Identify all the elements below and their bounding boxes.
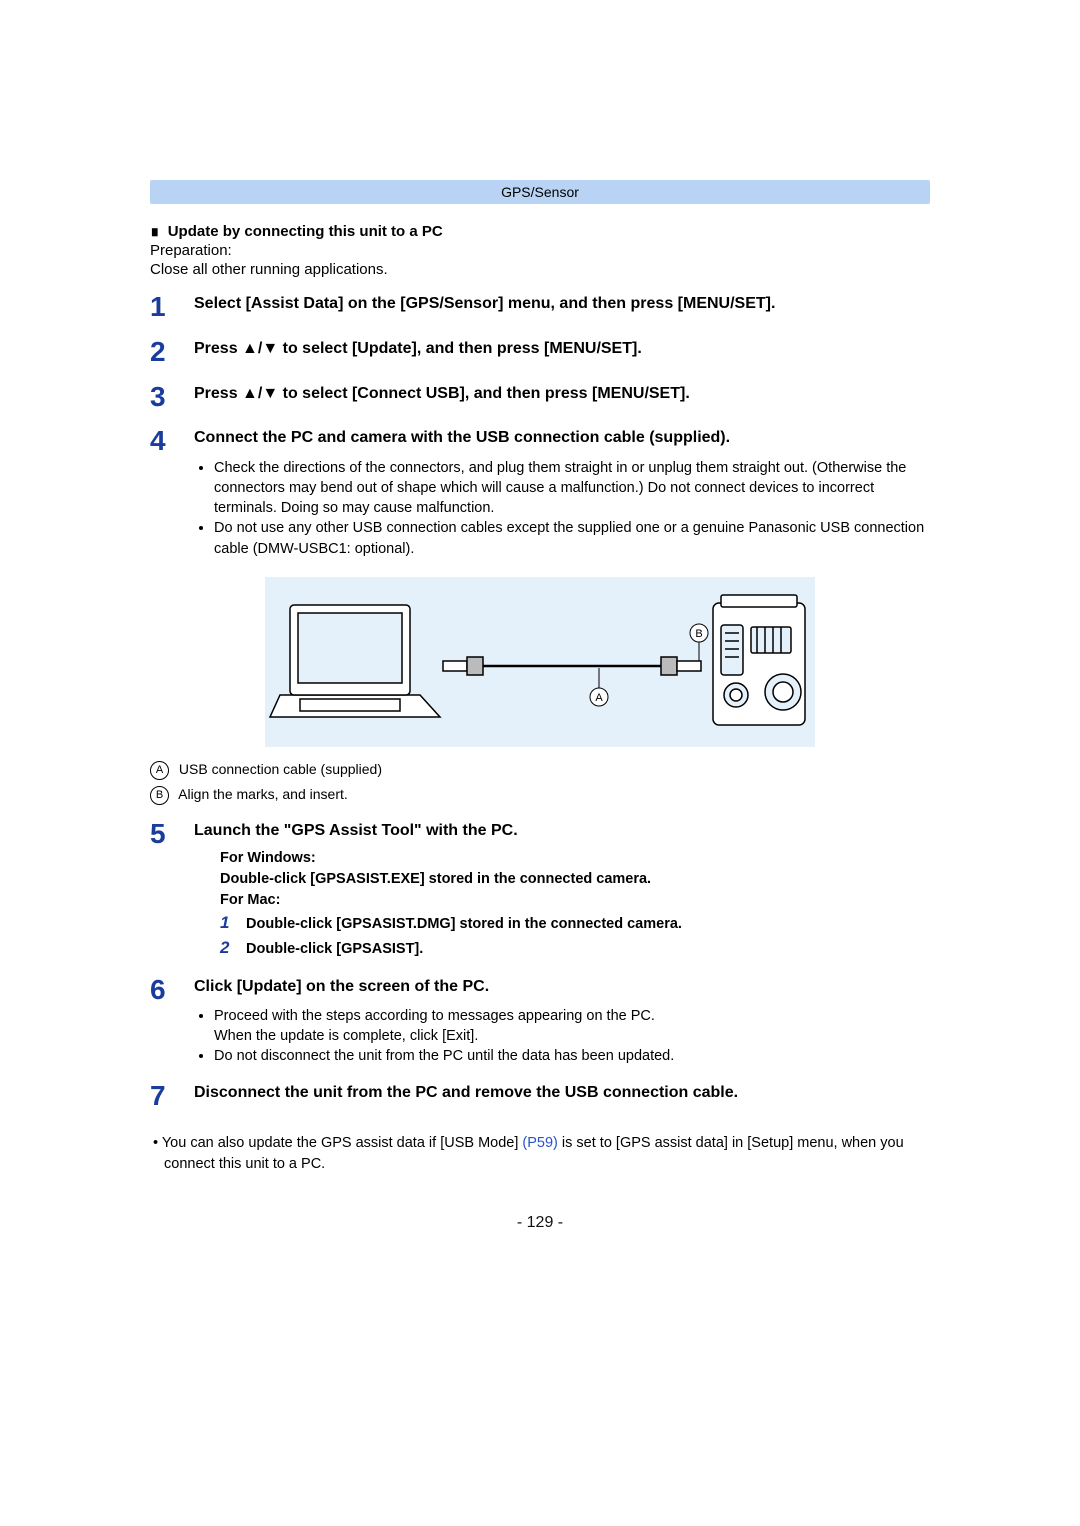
connection-figure: A B [265, 577, 815, 751]
step-text: Select [Assist Data] on the [GPS/Sensor]… [194, 292, 930, 315]
preparation-label: Preparation: [150, 242, 930, 259]
step-number: 6 [150, 975, 194, 1067]
for-windows-text: Double-click [GPSASIST.EXE] stored in th… [220, 869, 930, 890]
step-2: 2 Press ▲/▼ to select [Update], and then… [150, 337, 930, 368]
svg-text:A: A [595, 692, 603, 704]
up-down-arrow-icon: ▲/▼ [242, 340, 278, 357]
step-text: Press ▲/▼ to select [Connect USB], and t… [194, 382, 930, 405]
usb-connection-illustration: A B [265, 577, 815, 747]
step-number: 1 [150, 292, 194, 323]
bullet: Check the directions of the connectors, … [214, 458, 930, 519]
step-4: 4 Connect the PC and camera with the USB… [150, 426, 930, 559]
step-6-bullets: Proceed with the steps according to mess… [194, 1006, 930, 1067]
step-number: 5 [150, 819, 194, 961]
step-6: 6 Click [Update] on the screen of the PC… [150, 975, 930, 1067]
section-title: ∎ Update by connecting this unit to a PC [150, 222, 930, 240]
step-number: 7 [150, 1081, 194, 1112]
step-text: Launch the "GPS Assist Tool" with the PC… [194, 819, 930, 842]
mac-substep-2: 2 Double-click [GPSASIST]. [220, 936, 930, 961]
step-text: Click [Update] on the screen of the PC. [194, 975, 930, 998]
section-title-text: Update by connecting this unit to a PC [168, 223, 443, 240]
page-number: - 129 - [150, 1214, 930, 1232]
manual-page: GPS/Sensor ∎ Update by connecting this u… [150, 180, 930, 1232]
svg-text:B: B [695, 628, 702, 640]
circled-letter-b-icon: B [150, 786, 169, 805]
bullet: Do not use any other USB connection cabl… [214, 518, 930, 559]
figure-caption-a: A USB connection cable (supplied) [150, 761, 930, 780]
step-number: 3 [150, 382, 194, 413]
step-text: Connect the PC and camera with the USB c… [194, 426, 930, 449]
step-text: Press ▲/▼ to select [Update], and then p… [194, 337, 930, 360]
step-1: 1 Select [Assist Data] on the [GPS/Senso… [150, 292, 930, 323]
footnote: • You can also update the GPS assist dat… [150, 1133, 930, 1174]
for-mac-label: For Mac: [220, 890, 930, 911]
step-number: 4 [150, 426, 194, 559]
step-3: 3 Press ▲/▼ to select [Connect USB], and… [150, 382, 930, 413]
section-breadcrumb: GPS/Sensor [150, 180, 930, 204]
figure-caption-b: B Align the marks, and insert. [150, 786, 930, 805]
sub-number-1: 1 [220, 911, 242, 936]
caption-text: Align the marks, and insert. [178, 786, 348, 802]
mac-substep-1: 1 Double-click [GPSASIST.DMG] stored in … [220, 911, 930, 936]
preparation-text: Close all other running applications. [150, 261, 930, 278]
step-5: 5 Launch the "GPS Assist Tool" with the … [150, 819, 930, 961]
bullet: Proceed with the steps according to mess… [214, 1006, 930, 1047]
step-7: 7 Disconnect the unit from the PC and re… [150, 1081, 930, 1112]
step-5-sub: For Windows: Double-click [GPSASIST.EXE]… [220, 848, 930, 960]
up-down-arrow-icon: ▲/▼ [242, 385, 278, 402]
step-text: Disconnect the unit from the PC and remo… [194, 1081, 930, 1104]
for-windows-label: For Windows: [220, 848, 930, 869]
sub-number-2: 2 [220, 936, 242, 961]
circled-letter-a-icon: A [150, 761, 169, 780]
caption-text: USB connection cable (supplied) [179, 761, 382, 777]
square-bullet-icon: ∎ [150, 223, 160, 240]
page-reference-link[interactable]: (P59) [522, 1135, 557, 1151]
bullet: Do not disconnect the unit from the PC u… [214, 1046, 930, 1066]
step-number: 2 [150, 337, 194, 368]
step-4-bullets: Check the directions of the connectors, … [194, 458, 930, 559]
